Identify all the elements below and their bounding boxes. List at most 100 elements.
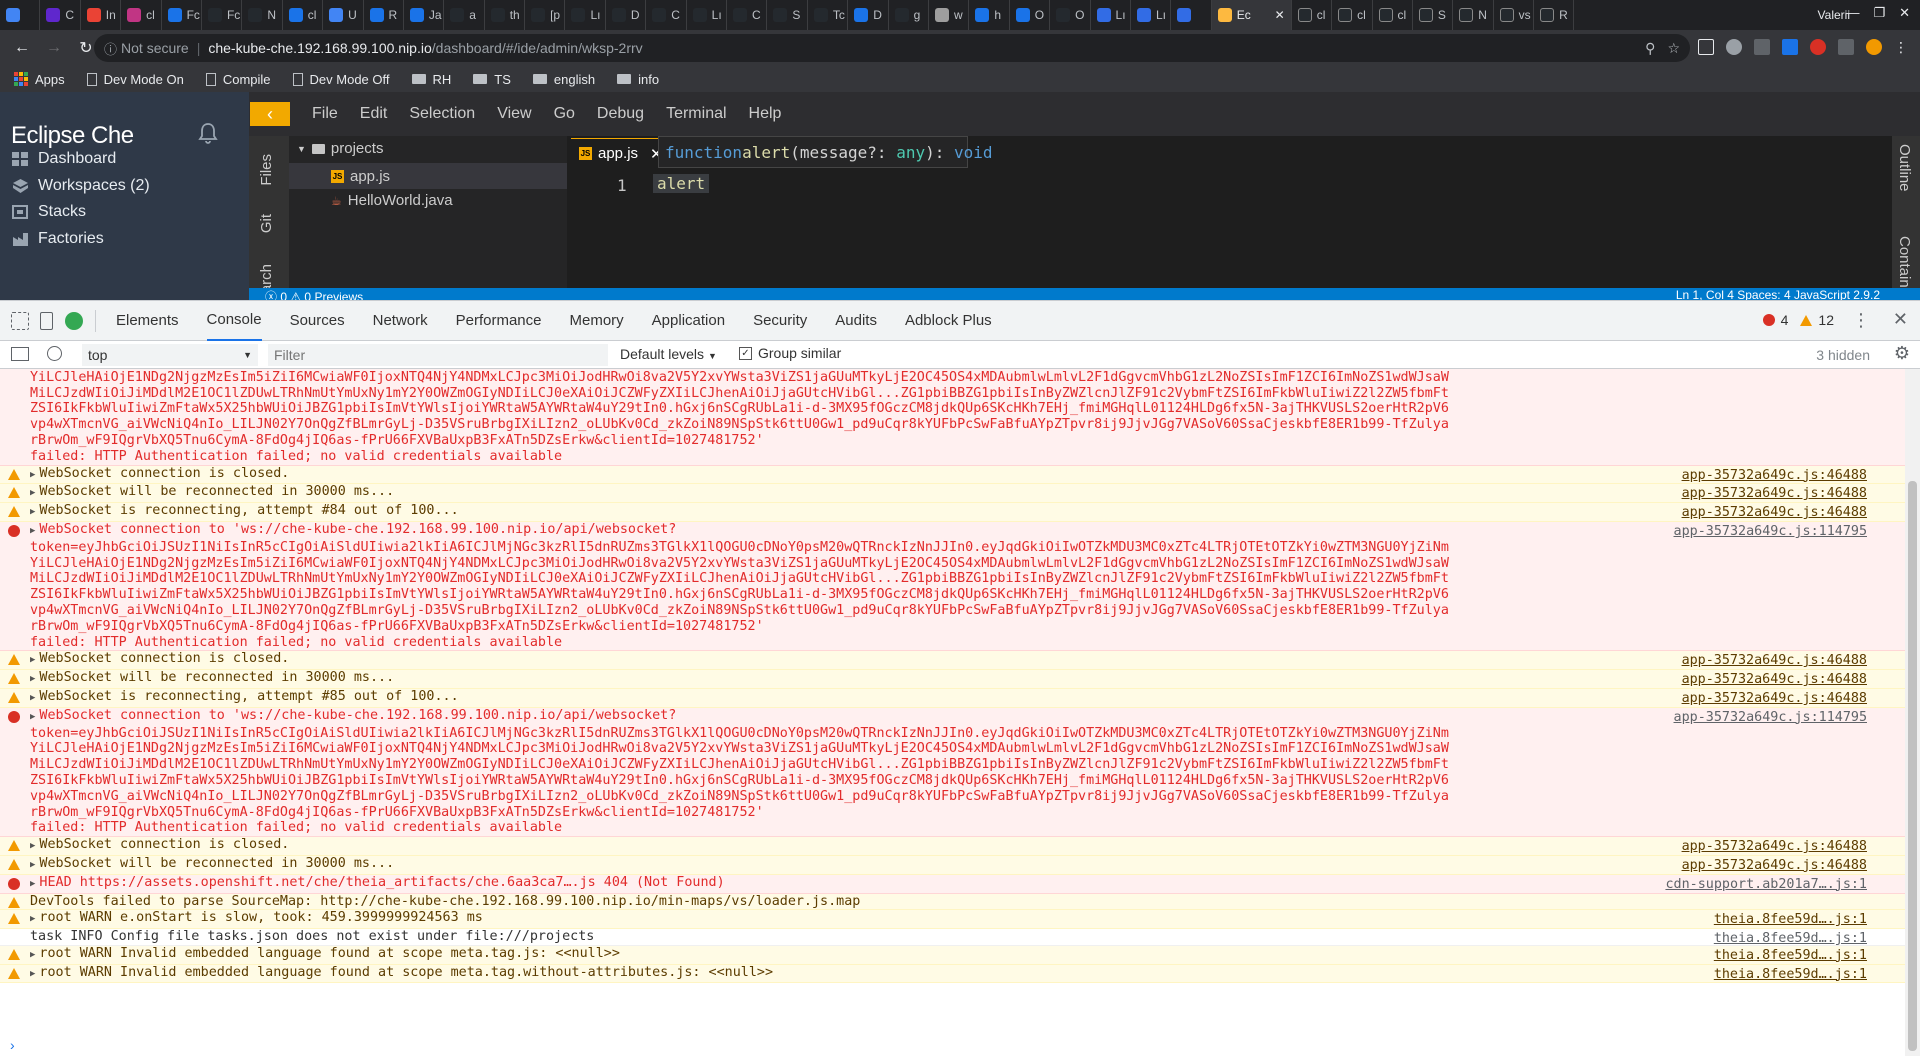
bookmark-item[interactable]: Dev Mode On xyxy=(86,72,184,87)
reload-icon[interactable]: ↻ xyxy=(76,38,96,58)
browser-tab[interactable]: S xyxy=(767,0,808,30)
console-message[interactable]: ▶ HEAD https://assets.openshift.net/che/t… xyxy=(0,874,1905,894)
console-message[interactable]: task INFO Config file tasks.json does no… xyxy=(0,929,1905,946)
clear-console-icon[interactable] xyxy=(47,346,62,361)
code-editor[interactable]: JS app.js ✕ function alert (message?: any… xyxy=(567,136,1920,300)
info-icon[interactable]: ⓘ xyxy=(104,39,117,58)
profile-name[interactable]: Valerii xyxy=(1818,8,1850,22)
console-message[interactable]: ▶ WebSocket is reconnecting, attempt #84 … xyxy=(0,503,1905,522)
bookmark-item[interactable]: TS xyxy=(473,72,511,87)
console-message[interactable]: token=eyJhbGciOiJSUzI1NiIsInR5cCIgOiAiSl… xyxy=(0,369,1905,466)
browser-tab[interactable]: Fc xyxy=(162,0,202,30)
tree-file-app-js[interactable]: JS app.js xyxy=(289,163,567,189)
close-devtools-icon[interactable]: ✕ xyxy=(1893,309,1908,330)
devtools-tab[interactable]: Security xyxy=(753,301,807,341)
browser-tab[interactable]: g xyxy=(889,0,929,30)
console-filter-input[interactable] xyxy=(268,344,608,366)
browser-tab[interactable]: R xyxy=(1534,0,1575,30)
menu-item[interactable]: Selection xyxy=(409,105,475,123)
browser-tab[interactable]: cl xyxy=(1373,0,1413,30)
source-link[interactable]: theia.8fee59d….js:1 xyxy=(1714,912,1867,928)
adblock-icon[interactable] xyxy=(1810,39,1826,55)
back-icon[interactable]: ← xyxy=(12,38,32,58)
inspect-element-icon[interactable] xyxy=(11,311,29,330)
vue-devtools-icon[interactable] xyxy=(65,311,83,330)
browser-tab[interactable]: cl xyxy=(121,0,162,30)
browser-tab[interactable]: C xyxy=(646,0,687,30)
browser-tab[interactable]: C xyxy=(727,0,768,30)
browser-tab[interactable] xyxy=(1171,0,1212,30)
console-message[interactable]: ▶ WebSocket connection to 'ws://che-kube-… xyxy=(0,707,1905,838)
bookmark-item[interactable]: Compile xyxy=(205,72,271,87)
collapse-navbar-icon[interactable]: ‹ xyxy=(250,102,290,126)
menu-icon[interactable]: ⋮ xyxy=(1894,39,1908,55)
expand-triangle-icon[interactable]: ▶ xyxy=(30,841,35,851)
browser-tab[interactable]: D xyxy=(606,0,647,30)
device-toolbar-icon[interactable] xyxy=(40,311,53,330)
log-levels-dropdown[interactable]: Default levels ▼ xyxy=(620,346,717,362)
bookmark-item[interactable]: Apps xyxy=(14,72,65,87)
browser-tab[interactable]: cl xyxy=(1332,0,1373,30)
checkbox-checked-icon[interactable]: ✓ xyxy=(739,346,752,360)
status-left[interactable]: ⓧ 0 ⚠ 0 Previews xyxy=(265,288,363,300)
extension-icon[interactable] xyxy=(1782,39,1798,55)
expand-triangle-icon[interactable]: ▶ xyxy=(30,860,35,870)
browser-tab[interactable]: N xyxy=(1453,0,1494,30)
devtools-tab[interactable]: Application xyxy=(652,301,725,341)
console-message[interactable]: ▶ WebSocket will be reconnected in 30000 … xyxy=(0,670,1905,689)
source-link[interactable]: app-35732a649c.js:114795 xyxy=(1674,710,1867,726)
source-link[interactable]: app-35732a649c.js:114795 xyxy=(1674,524,1867,540)
devtools-tab[interactable]: Elements xyxy=(116,301,179,341)
browser-tab[interactable]: cl xyxy=(283,0,324,30)
browser-tab[interactable]: D xyxy=(848,0,889,30)
browser-tab[interactable]: Ja xyxy=(404,0,445,30)
console-prompt[interactable]: › xyxy=(10,1037,15,1053)
browser-tab[interactable]: Lı xyxy=(687,0,728,30)
console-message[interactable]: ▶ WebSocket connection is closed. app-3573… xyxy=(0,465,1905,485)
browser-tab[interactable]: R xyxy=(364,0,404,30)
che-brand[interactable]: Eclipse Che xyxy=(11,122,134,150)
browser-tab[interactable]: vs xyxy=(1494,0,1535,30)
console-message[interactable]: ▶ root WARN e.onStart is slow, took: 459.… xyxy=(0,910,1905,930)
source-link[interactable]: app-35732a649c.js:46488 xyxy=(1682,486,1867,502)
expand-triangle-icon[interactable]: ▶ xyxy=(30,507,35,517)
console-message[interactable]: ▶ WebSocket connection to 'ws://che-kube-… xyxy=(0,521,1905,652)
kebab-menu-icon[interactable]: ⋮ xyxy=(1852,310,1870,331)
expand-triangle-icon[interactable]: ▶ xyxy=(30,674,35,684)
extension-icon[interactable] xyxy=(1726,39,1742,55)
console-message[interactable]: ▶ WebSocket will be reconnected in 30000 … xyxy=(0,484,1905,504)
console-message[interactable]: DevTools failed to parse SourceMap: http… xyxy=(0,893,1905,911)
expand-triangle-icon[interactable]: ▶ xyxy=(30,914,35,924)
browser-tab[interactable]: N xyxy=(242,0,283,30)
che-nav-item[interactable]: Factories xyxy=(12,230,104,248)
browser-tab[interactable]: O xyxy=(1010,0,1051,30)
menu-item[interactable]: Debug xyxy=(597,105,644,123)
source-link[interactable]: cdn-support.ab201a7….js:1 xyxy=(1665,877,1867,893)
star-icon[interactable]: ☆ xyxy=(1667,40,1680,57)
editor-tab-app-js[interactable]: JS app.js ✕ xyxy=(571,138,669,168)
source-link[interactable]: app-35732a649c.js:46488 xyxy=(1682,672,1867,688)
browser-tab[interactable]: C xyxy=(40,0,81,30)
expand-triangle-icon[interactable]: ▶ xyxy=(30,470,35,480)
extension-icon[interactable] xyxy=(1866,39,1882,55)
che-nav-item[interactable]: Workspaces (2) xyxy=(12,177,150,195)
menu-item[interactable]: View xyxy=(497,105,531,123)
expand-triangle-icon[interactable]: ▶ xyxy=(30,655,35,665)
source-link[interactable]: app-35732a649c.js:46488 xyxy=(1682,505,1867,521)
tree-root[interactable]: ▼ projects xyxy=(297,140,383,157)
devtools-tab[interactable]: Adblock Plus xyxy=(905,301,992,341)
extension-icon[interactable] xyxy=(1698,39,1714,55)
browser-tab[interactable] xyxy=(0,0,41,30)
che-nav-item[interactable]: Stacks xyxy=(12,203,86,221)
console-message[interactable]: ▶ WebSocket connection is closed. app-3573… xyxy=(0,651,1905,671)
source-link[interactable]: app-35732a649c.js:46488 xyxy=(1682,468,1867,484)
bookmark-item[interactable]: RH xyxy=(411,72,451,87)
group-similar-toggle[interactable]: ✓ Group similar xyxy=(739,345,841,361)
browser-tab[interactable]: Lı xyxy=(1091,0,1131,30)
status-right[interactable]: Ln 1, Col 4 Spaces: 4 JavaScript 2.9.2 xyxy=(1676,288,1880,300)
forward-icon[interactable]: → xyxy=(44,38,64,58)
menu-item[interactable]: File xyxy=(312,105,338,123)
side-panel-tab[interactable]: Git xyxy=(258,214,275,233)
extension-icon[interactable] xyxy=(1838,39,1854,55)
console-message[interactable]: ▶ WebSocket is reconnecting, attempt #85 … xyxy=(0,688,1905,708)
